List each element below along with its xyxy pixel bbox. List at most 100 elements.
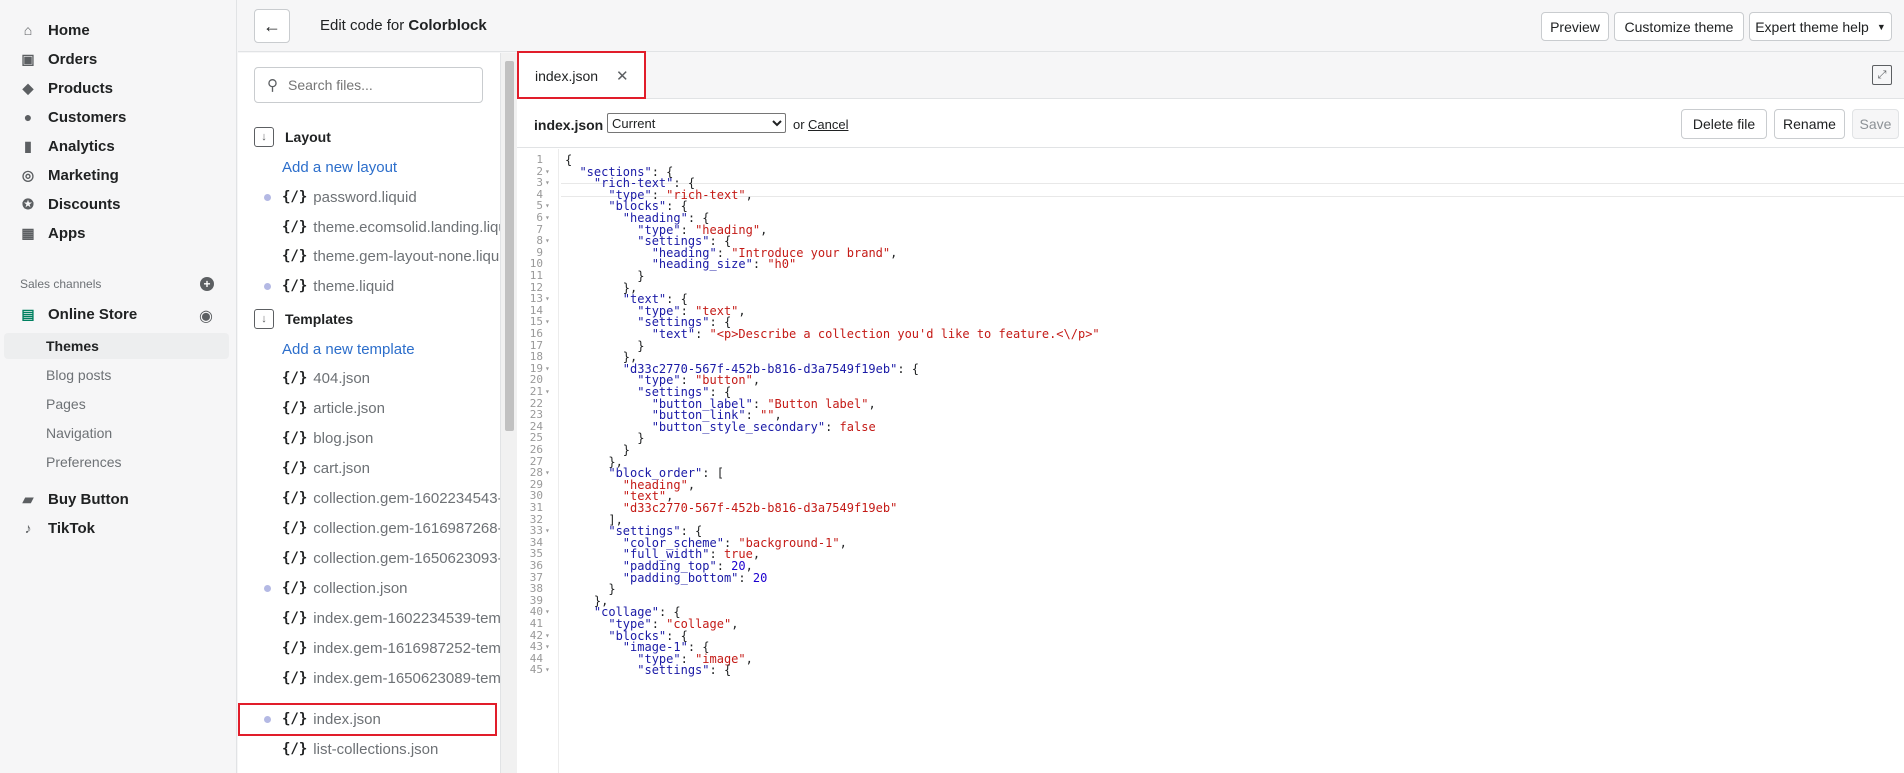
code-icon: {/} — [282, 670, 308, 686]
apps-icon: ▦ — [21, 224, 35, 241]
file-index-gem-1602234539[interactable]: {/} index.gem-1602234539-template.liquid — [282, 606, 501, 630]
code-icon: {/} — [282, 610, 308, 626]
code-area[interactable]: 1{2 ▾ "sections": {3 ▾ "rich-text": {4 "ty… — [517, 149, 1904, 773]
preview-button[interactable]: Preview — [1541, 12, 1609, 41]
file-blog-json[interactable]: {/} blog.json — [282, 426, 373, 450]
file-label: cart.json — [313, 459, 370, 477]
nav-navigation[interactable]: Navigation — [46, 420, 112, 446]
code-icon: {/} — [282, 219, 308, 235]
bar-chart-icon: ▮ — [24, 137, 32, 154]
file-collection-json[interactable]: {/} collection.json — [282, 576, 408, 600]
add-channel-icon[interactable]: + — [200, 277, 214, 291]
code-icon: {/} — [282, 520, 308, 536]
nav-buy-button[interactable]: ▰ Buy Button — [20, 485, 129, 513]
save-button[interactable]: Save — [1852, 109, 1899, 139]
file-password-liquid[interactable]: {/} password.liquid — [282, 185, 417, 209]
nav-products[interactable]: ◆ Products — [20, 74, 113, 102]
nav-themes[interactable]: Themes — [4, 333, 229, 359]
version-select[interactable]: Current — [607, 113, 786, 133]
file-theme-gem-layout[interactable]: {/} theme.gem-layout-none.liquid — [282, 244, 501, 268]
code-line[interactable]: 45 ▾ "settings": { — [517, 663, 1904, 677]
file-theme-liquid[interactable]: {/} theme.liquid — [282, 274, 394, 298]
file-label: collection.gem-1616987268-template.liqui… — [313, 519, 500, 537]
file-collection-gem-1602234543[interactable]: {/} collection.gem-1602234543-template.li… — [282, 486, 500, 510]
delete-file-button[interactable]: Delete file — [1681, 109, 1767, 139]
file-collection-gem-1650623093[interactable]: {/} collection.gem-1650623093-template.li… — [282, 546, 500, 570]
file-label: index.gem-1602234539-template.liquid — [313, 609, 501, 627]
file-collection-gem-1616987268[interactable]: {/} collection.gem-1616987268-template.li… — [282, 516, 500, 540]
nav-analytics[interactable]: ▮ Analytics — [20, 132, 115, 160]
folder-templates-label: Templates — [285, 311, 354, 327]
file-list-collections-json[interactable]: {/} list-collections.json — [282, 737, 438, 761]
code-icon: {/} — [282, 741, 308, 757]
tiktok-icon: ♪ — [24, 520, 32, 536]
nav-buy-button-label: Buy Button — [48, 490, 129, 508]
file-tree-scrollbar[interactable] — [501, 53, 517, 773]
modified-dot — [264, 283, 271, 290]
file-404-json[interactable]: {/} 404.json — [282, 366, 370, 390]
or-text: or — [793, 117, 805, 132]
nav-tiktok[interactable]: ♪ TikTok — [20, 514, 95, 542]
modified-dot — [264, 194, 271, 201]
file-label: password.liquid — [313, 188, 417, 206]
search-icon: ⚲ — [267, 77, 278, 94]
nav-home[interactable]: ⌂ Home — [20, 16, 90, 44]
file-article-json[interactable]: {/} article.json — [282, 396, 385, 420]
editor-topbar: ← Edit code for Colorblock Preview Custo… — [238, 0, 1904, 52]
add-layout-link[interactable]: Add a new layout — [282, 159, 397, 176]
file-label: theme.gem-layout-none.liquid — [313, 247, 501, 265]
nav-orders[interactable]: ▣ Orders — [20, 45, 97, 73]
nav-marketing[interactable]: ◎ Marketing — [20, 161, 119, 189]
eye-icon[interactable]: ◉ — [199, 306, 213, 326]
nav-customers-label: Customers — [48, 108, 127, 126]
cancel-link[interactable]: Cancel — [808, 117, 848, 132]
file-index-gem-1616987252[interactable]: {/} index.gem-1616987252-template.liquid — [282, 636, 501, 660]
file-theme-ecomsolid[interactable]: {/} theme.ecomsolid.landing.liquid — [282, 215, 500, 239]
file-label: collection.gem-1602234543-template.liqui… — [313, 489, 500, 507]
back-button[interactable]: ← — [254, 9, 290, 43]
file-index-gem-1650623089[interactable]: {/} index.gem-1650623089-template.liquid — [282, 666, 500, 690]
file-cart-json[interactable]: {/} cart.json — [282, 456, 370, 480]
scroll-thumb[interactable] — [505, 61, 514, 431]
fold-arrow-icon[interactable]: ▾ — [545, 663, 550, 677]
add-template-link[interactable]: Add a new template — [282, 341, 415, 358]
file-label: blog.json — [313, 429, 374, 447]
folder-download-icon: ↓ — [254, 309, 274, 329]
rename-button[interactable]: Rename — [1774, 109, 1845, 139]
nav-products-label: Products — [48, 79, 114, 97]
code-icon: {/} — [282, 400, 308, 416]
expert-help-button[interactable]: Expert theme help ▼ — [1749, 12, 1892, 41]
customize-theme-button[interactable]: Customize theme — [1614, 12, 1744, 41]
highlight-box-tab — [517, 51, 646, 99]
nav-online-store-label: Online Store — [48, 305, 138, 323]
file-label: collection.json — [313, 579, 408, 597]
code-editor: index.json ✕ ⤢ index.json Current or Can… — [517, 53, 1904, 773]
tag-icon: ◆ — [22, 79, 34, 96]
folder-layout[interactable]: ↓ Layout — [254, 125, 331, 149]
nav-home-label: Home — [48, 21, 90, 39]
expand-icon[interactable]: ⤢ — [1872, 65, 1892, 85]
file-label: theme.liquid — [313, 277, 395, 295]
nav-pages[interactable]: Pages — [46, 391, 86, 417]
nav-blog-posts[interactable]: Blog posts — [46, 362, 111, 388]
home-icon: ⌂ — [23, 22, 33, 38]
code-icon: {/} — [282, 490, 308, 506]
caret-down-icon: ▼ — [1876, 21, 1886, 32]
arrow-left-icon: ← — [263, 15, 281, 36]
nav-discounts[interactable]: ✪ Discounts — [20, 190, 121, 218]
search-box[interactable]: ⚲ — [254, 67, 483, 103]
nav-online-store[interactable]: ▤ Online Store — [20, 300, 137, 328]
folder-templates[interactable]: ↓ Templates — [254, 307, 353, 331]
code-icon: {/} — [282, 278, 308, 294]
code-icon: {/} — [282, 460, 308, 476]
file-label: index.gem-1616987252-template.liquid — [313, 639, 501, 657]
file-label: list-collections.json — [313, 740, 439, 758]
current-file-name: index.json — [534, 117, 604, 133]
code-icon: {/} — [282, 189, 308, 205]
search-input[interactable] — [288, 77, 468, 93]
nav-apps[interactable]: ▦ Apps — [20, 219, 85, 247]
app: ⌂ Home ▣ Orders ◆ Products ● Customers ▮ Anal… — [0, 0, 1904, 773]
nav-preferences[interactable]: Preferences — [46, 449, 121, 475]
nav-customers[interactable]: ● Customers — [20, 103, 127, 131]
nav-discounts-label: Discounts — [48, 195, 121, 213]
